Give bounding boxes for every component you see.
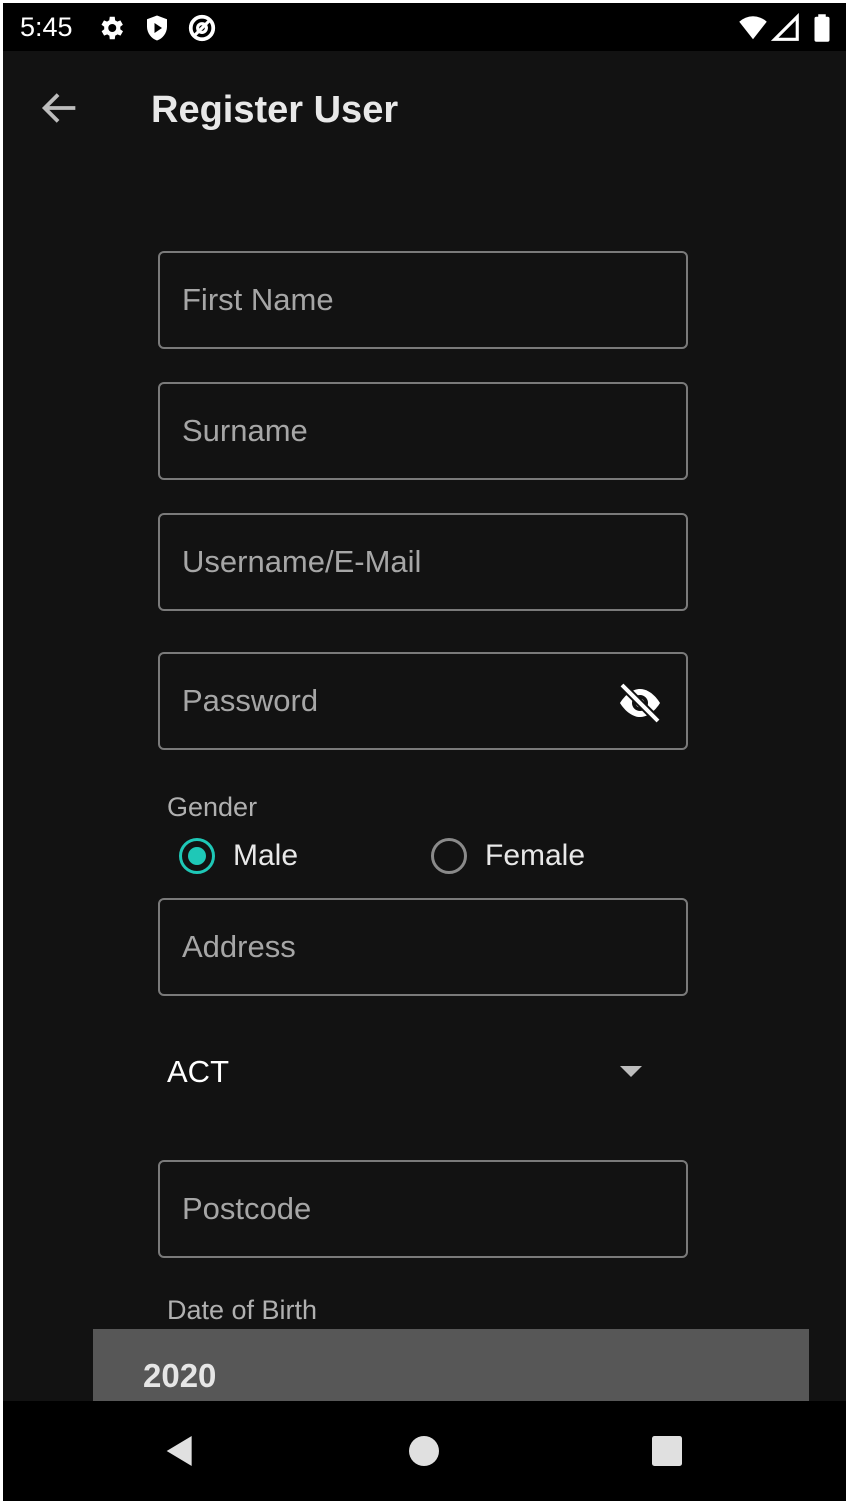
navigation-bar [3,1401,846,1501]
radio-unselected-icon[interactable] [431,838,467,874]
first-name-input[interactable] [160,253,686,347]
first-name-field[interactable] [158,251,688,349]
home-circle-icon[interactable] [404,1431,444,1471]
radio-female[interactable]: Female [431,833,585,879]
address-input[interactable] [160,900,686,994]
password-input[interactable] [160,654,686,748]
password-field[interactable] [158,652,688,750]
radio-female-label: Female [485,839,586,872]
device-screen: 5:45 Register User First Name Surname Us… [3,3,846,1501]
radio-male-label: Male [233,839,299,872]
status-bar: 5:45 [3,3,846,51]
state-selected-value[interactable]: ACT [167,1054,229,1090]
battery-icon [814,14,830,42]
settings-icon [101,16,123,40]
gender-label: Gender [167,792,258,822]
cell-signal-icon [771,13,799,41]
postcode-field[interactable] [158,1160,688,1258]
at-icon [188,14,216,42]
radio-male[interactable]: Male [179,833,298,879]
arrow-left-icon[interactable] [37,85,83,131]
surname-input[interactable] [160,384,686,478]
page-title: Register User [151,89,399,131]
wifi-icon [739,16,767,40]
chevron-down-icon[interactable] [620,1066,642,1077]
postcode-input[interactable] [160,1162,686,1256]
username-input[interactable] [160,515,686,609]
status-time: 5:45 [20,12,73,42]
date-picker-year[interactable]: 2020 [143,1357,216,1395]
date-picker-header: 2020 [93,1329,809,1404]
shield-play-icon [147,15,167,41]
surname-field[interactable] [158,382,688,480]
back-triangle-icon[interactable] [160,1431,200,1471]
address-field[interactable] [158,898,688,996]
dob-label: Date of Birth [167,1295,318,1325]
eye-off-icon[interactable] [616,683,664,723]
radio-selected-icon[interactable] [179,838,215,874]
recents-square-icon[interactable] [647,1431,687,1471]
username-field[interactable] [158,513,688,611]
